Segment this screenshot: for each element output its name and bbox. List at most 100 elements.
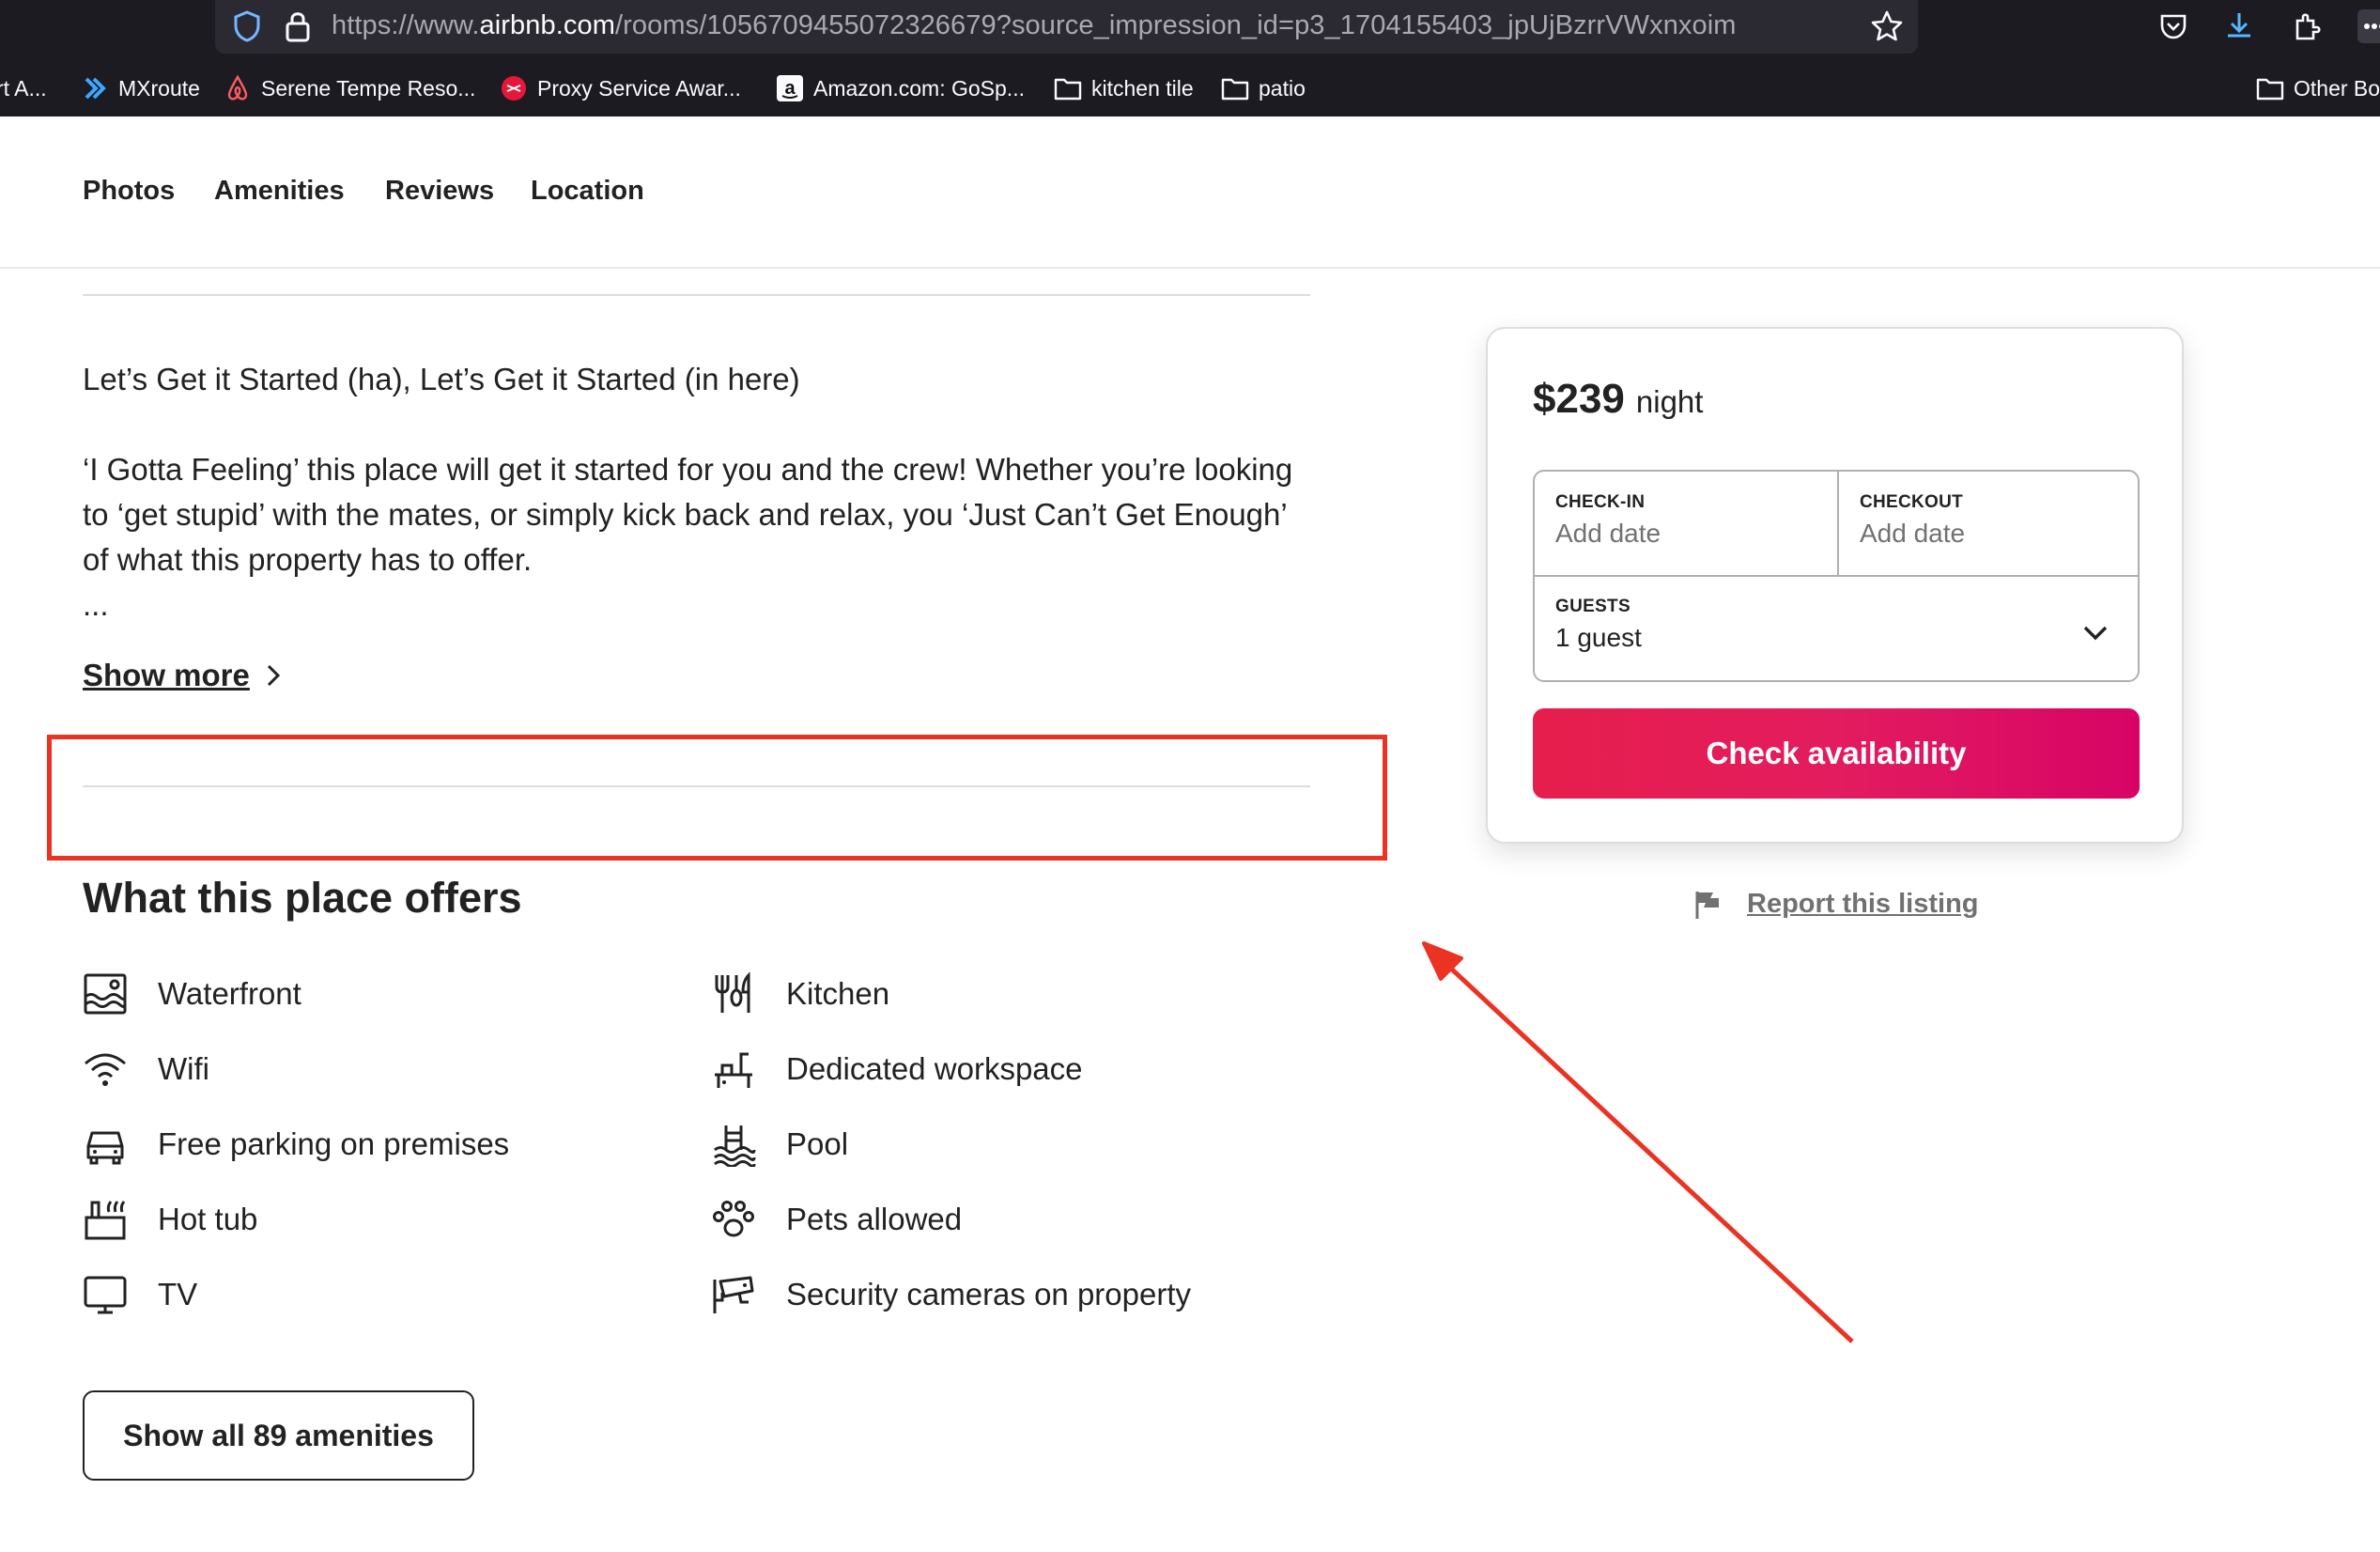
nav-location[interactable]: Location bbox=[531, 176, 644, 207]
nightly-price: $239 bbox=[1533, 376, 1625, 422]
kitchen-icon bbox=[715, 971, 750, 1013]
price-unit: night bbox=[1635, 384, 1704, 419]
annotation-arrow bbox=[1422, 941, 1854, 1343]
extensions-icon[interactable] bbox=[2288, 8, 2326, 45]
amenity-label: Security cameras on property bbox=[786, 1277, 1192, 1311]
amenity-label: TV bbox=[158, 1277, 198, 1311]
amenity-label: Pets allowed bbox=[786, 1202, 963, 1236]
browser-chrome: https://www.airbnb.com/rooms/10567094550… bbox=[0, 0, 2380, 116]
bookmark-label: kitchen tile bbox=[1091, 75, 1194, 101]
bookmark-star-icon[interactable] bbox=[1869, 8, 1905, 44]
offers-title: What this place offers bbox=[83, 874, 522, 922]
shield-icon[interactable] bbox=[232, 9, 262, 43]
overflow-menu-icon[interactable] bbox=[2356, 8, 2380, 45]
amenity-item: Free parking on premises bbox=[83, 1118, 509, 1171]
chevron-down-icon[interactable] bbox=[2079, 617, 2111, 649]
mxroute-icon bbox=[85, 77, 106, 100]
amenity-item: TV bbox=[83, 1268, 197, 1321]
amenity-label: Kitchen bbox=[786, 976, 890, 1011]
amenity-label: Wifi bbox=[158, 1051, 209, 1086]
description-ellipsis: ... bbox=[83, 587, 109, 622]
lock-icon[interactable] bbox=[284, 8, 312, 44]
url-prefix: https://www. bbox=[332, 10, 480, 40]
description-line: to ‘get stupid’ with the mates, or simpl… bbox=[83, 497, 1288, 532]
folder-icon bbox=[1054, 78, 1082, 101]
wifi-icon bbox=[85, 1053, 126, 1086]
amenity-label: Waterfront bbox=[158, 976, 301, 1011]
checkin-value: Add date bbox=[1555, 519, 1661, 548]
bookmark-item[interactable]: Other Bo bbox=[2256, 68, 2380, 109]
bookmark-label: MXroute bbox=[118, 75, 200, 101]
amenity-item: Hot tub bbox=[83, 1193, 257, 1246]
amenity-label: Free parking on premises bbox=[158, 1126, 510, 1161]
bookmarks-bar: rt A... MXroute Serene Tempe Reso... Pro… bbox=[0, 68, 2380, 109]
amenity-item: Security cameras on property bbox=[711, 1268, 1191, 1321]
pocket-icon[interactable] bbox=[2155, 8, 2192, 45]
nav-photos[interactable]: Photos bbox=[83, 176, 175, 207]
amenity-item: Dedicated workspace bbox=[711, 1043, 1083, 1095]
date-guest-picker: CHECK-IN Add date CHECKOUT Add date GUES… bbox=[1533, 470, 2140, 682]
section-nav: Photos Amenities Reviews Location bbox=[0, 116, 2380, 269]
picker-divider bbox=[1535, 575, 2138, 577]
chevron-right-icon bbox=[267, 664, 280, 687]
picker-divider bbox=[1837, 472, 1839, 577]
show-more-link[interactable]: Show more bbox=[83, 658, 284, 693]
bookmark-item[interactable]: kitchen tile bbox=[1054, 68, 1194, 109]
url-path: /rooms/1056709455072326679?source_impres… bbox=[615, 10, 1737, 40]
bookmark-label: Other Bo bbox=[2294, 75, 2380, 101]
description-line: ‘I Gotta Feeling’ this place will get it… bbox=[83, 452, 1293, 487]
booking-card: $239 night CHECK-IN Add date CHECKOUT Ad… bbox=[1486, 327, 2184, 844]
highlight-box bbox=[47, 735, 1387, 861]
price-line: $239 night bbox=[1533, 376, 1703, 423]
amenity-item: Kitchen bbox=[711, 968, 889, 1020]
hot-tub-icon bbox=[85, 1201, 126, 1240]
bookmark-item[interactable]: Proxy Service Awar... bbox=[500, 68, 741, 109]
guests-field[interactable]: GUESTS 1 guest bbox=[1555, 597, 2119, 672]
amenity-label: Dedicated workspace bbox=[786, 1051, 1083, 1086]
folder-icon bbox=[1221, 78, 1249, 101]
security-camera-icon bbox=[713, 1276, 754, 1313]
checkin-field[interactable]: CHECK-IN Add date bbox=[1555, 492, 1828, 567]
bookmark-label: Amazon.com: GoSp... bbox=[813, 75, 1025, 101]
proxy-icon bbox=[502, 76, 526, 101]
download-icon[interactable] bbox=[2220, 8, 2258, 45]
waterfront-icon bbox=[84, 973, 127, 1015]
airbnb-icon bbox=[227, 74, 248, 101]
amenity-item: Wifi bbox=[83, 1043, 209, 1095]
amenity-item: Waterfront bbox=[83, 968, 301, 1020]
workspace-icon bbox=[715, 1052, 752, 1088]
checkout-value: Add date bbox=[1860, 519, 1966, 548]
url-text[interactable]: https://www.airbnb.com/rooms/10567094550… bbox=[332, 10, 1737, 41]
amenity-item: Pets allowed bbox=[711, 1193, 962, 1246]
show-all-amenities-button[interactable]: Show all 89 amenities bbox=[83, 1390, 474, 1481]
section-divider bbox=[83, 294, 1310, 296]
car-icon bbox=[86, 1131, 124, 1165]
bookmark-item[interactable]: a Amazon.com: GoSp... bbox=[776, 68, 1025, 109]
checkout-field[interactable]: CHECKOUT Add date bbox=[1860, 492, 2132, 567]
nav-amenities[interactable]: Amenities bbox=[214, 176, 345, 207]
show-more-label: Show more bbox=[83, 658, 250, 692]
folder-icon bbox=[2256, 78, 2284, 101]
checkin-label: CHECK-IN bbox=[1555, 492, 1646, 512]
bookmark-item[interactable]: patio bbox=[1221, 68, 1306, 109]
amenity-item: Pool bbox=[711, 1118, 848, 1171]
guests-value: 1 guest bbox=[1555, 623, 1642, 652]
amenity-label: Hot tub bbox=[158, 1202, 258, 1236]
bookmark-item[interactable]: Serene Tempe Reso... bbox=[224, 68, 475, 109]
checkout-label: CHECKOUT bbox=[1860, 492, 1964, 512]
description-line: of what this property has to offer. bbox=[83, 542, 533, 577]
url-domain: airbnb.com bbox=[479, 10, 615, 40]
bookmark-label: rt A... bbox=[0, 75, 47, 101]
guests-label: GUESTS bbox=[1555, 597, 1630, 616]
amazon-icon: a bbox=[777, 75, 803, 101]
description-heading: Let’s Get it Started (ha), Let’s Get it … bbox=[83, 362, 800, 396]
bookmark-label: Serene Tempe Reso... bbox=[261, 75, 476, 101]
tv-icon bbox=[84, 1276, 127, 1314]
pool-icon bbox=[714, 1125, 756, 1167]
amenity-label: Pool bbox=[786, 1126, 849, 1161]
check-availability-button[interactable]: Check availability bbox=[1533, 708, 2140, 799]
bookmark-item[interactable]: MXroute bbox=[83, 68, 200, 109]
paw-icon bbox=[713, 1201, 754, 1237]
nav-reviews[interactable]: Reviews bbox=[385, 176, 494, 207]
bookmark-item[interactable]: rt A... bbox=[0, 68, 47, 109]
